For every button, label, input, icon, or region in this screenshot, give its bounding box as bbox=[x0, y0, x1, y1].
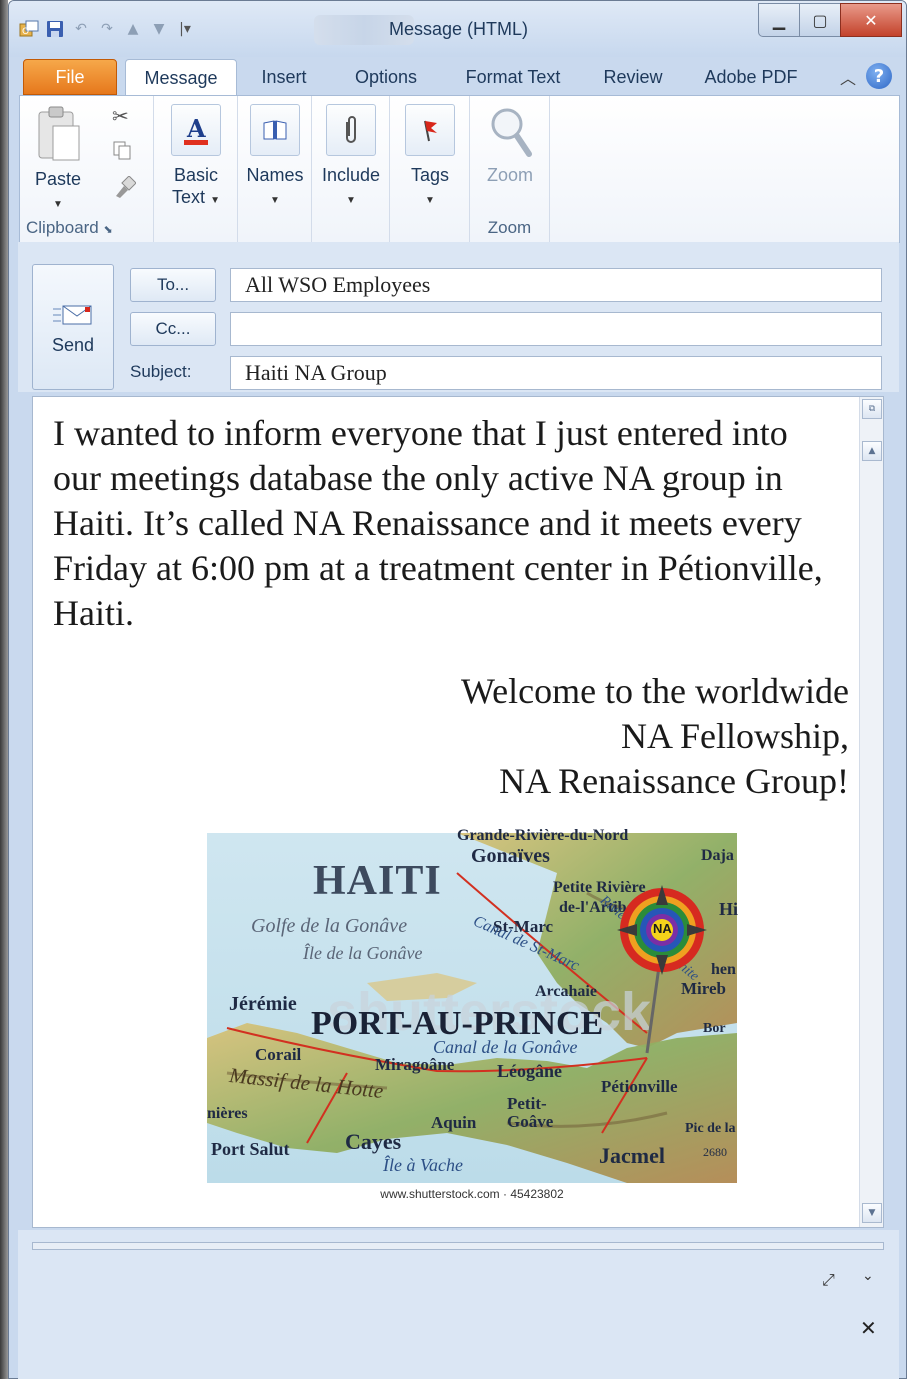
scroll-up-button[interactable]: ▲ bbox=[862, 441, 882, 461]
window-controls: ▁ ▢ ✕ bbox=[758, 3, 902, 37]
map-label-hen: hen bbox=[711, 961, 736, 978]
cc-button[interactable]: Cc... bbox=[130, 312, 216, 346]
map-title-haiti: HAITI bbox=[313, 858, 442, 904]
map-label-hi: Hi bbox=[719, 899, 739, 919]
message-signoff: Welcome to the worldwide NA Fellowship, … bbox=[461, 669, 849, 804]
to-button[interactable]: To... bbox=[130, 268, 216, 302]
map-label-anieres: nières bbox=[207, 1105, 248, 1122]
zoom-group-label: Zoom bbox=[487, 218, 532, 237]
font-color-icon: A bbox=[171, 104, 221, 156]
map-label-gonaives: Gonaïves bbox=[471, 845, 550, 867]
tab-message[interactable]: Message bbox=[125, 59, 237, 97]
message-body[interactable]: I wanted to inform everyone that I just … bbox=[32, 396, 884, 1228]
include-group: Include ▼ bbox=[312, 96, 390, 242]
close-button[interactable]: ✕ bbox=[840, 3, 902, 37]
map-label-daja: Daja bbox=[701, 847, 734, 864]
map-label-ile-gonave: Île de la Gonâve bbox=[303, 943, 423, 963]
expand-people-pane-icon[interactable]: ⤢ bbox=[822, 1270, 835, 1290]
map-label-cayes: Cayes bbox=[345, 1129, 402, 1154]
subject-label: Subject: bbox=[130, 362, 192, 381]
na-logo-pin-icon: NA bbox=[617, 885, 707, 1054]
names-group: Names ▼ bbox=[238, 96, 312, 242]
names-button[interactable]: Names ▼ bbox=[242, 104, 308, 212]
maximize-button[interactable]: ▢ bbox=[799, 3, 841, 37]
map-label-golfe: Golfe de la Gonâve bbox=[251, 915, 408, 937]
na-logo-text: NA bbox=[653, 921, 672, 936]
map-caption: www.shutterstock.com · 45423802 bbox=[380, 1187, 564, 1201]
clipboard-group-label: Clipboard ⬊ bbox=[26, 218, 113, 237]
tab-review[interactable]: Review bbox=[595, 59, 671, 95]
ribbon-tabs: File Message Insert Options Format Text … bbox=[9, 57, 906, 97]
signoff-line-3: NA Renaissance Group! bbox=[499, 761, 849, 801]
collapse-ribbon-icon[interactable]: ︿ bbox=[840, 65, 856, 89]
help-icon[interactable]: ? bbox=[866, 63, 892, 89]
cc-field[interactable] bbox=[230, 312, 882, 346]
map-label-petionville: Pétionville bbox=[601, 1077, 678, 1096]
include-button[interactable]: Include ▼ bbox=[316, 104, 386, 212]
tab-insert[interactable]: Insert bbox=[249, 59, 319, 95]
vertical-scrollbar[interactable]: ⧉ ▲ ▼ bbox=[859, 397, 883, 1227]
basic-text-group: A Basic Text ▼ bbox=[154, 96, 238, 242]
basic-text-button[interactable]: A Basic Text ▼ bbox=[162, 104, 230, 212]
people-pane bbox=[18, 1230, 899, 1379]
map-label-petit-goave: Petit-Goâve bbox=[507, 1094, 554, 1131]
flag-icon bbox=[405, 104, 455, 156]
tags-group: Tags ▼ bbox=[390, 96, 470, 242]
tab-adobe-pdf[interactable]: Adobe PDF bbox=[697, 59, 805, 95]
map-label-leogane: Léogâne bbox=[497, 1061, 562, 1081]
address-book-icon bbox=[250, 104, 300, 156]
tab-options[interactable]: Options bbox=[345, 59, 427, 95]
map-label-pic: Pic de la bbox=[685, 1121, 736, 1136]
dialog-launcher-icon[interactable]: ⬊ bbox=[104, 224, 113, 236]
scroll-restore-icon[interactable]: ⧉ bbox=[862, 399, 882, 419]
signoff-line-2: NA Fellowship, bbox=[620, 716, 849, 756]
cut-icon[interactable]: ✂ bbox=[112, 104, 129, 128]
people-pane-splitter[interactable] bbox=[32, 1242, 884, 1250]
haiti-map-image: Grande-Rivière-du-Nord Gonaïves Daja HAI… bbox=[207, 827, 739, 1203]
chevron-down-icon[interactable]: ⌄ bbox=[862, 1268, 874, 1284]
map-label-aquin: Aquin bbox=[431, 1113, 477, 1132]
map-label-miragoane: Miragoâne bbox=[375, 1055, 455, 1074]
tags-button[interactable]: Tags ▼ bbox=[398, 104, 462, 212]
map-label-port-salut: Port Salut bbox=[211, 1139, 290, 1159]
clipboard-group: Paste ▼ ✂ Clipboard ⬊ bbox=[20, 96, 154, 242]
title-bar: O ↶ ↷ ▲ ▼ |▾ Message (HTML) ▁ ▢ ✕ bbox=[9, 1, 906, 57]
magnifier-icon bbox=[485, 104, 535, 160]
map-label-jacmel: Jacmel bbox=[599, 1143, 665, 1168]
map-label-grande-riviere: Grande-Rivière-du-Nord bbox=[457, 827, 629, 844]
map-label-massif: Massif de la Hotte bbox=[228, 1062, 385, 1104]
map-label-jeremie: Jérémie bbox=[229, 993, 297, 1015]
signoff-line-1: Welcome to the worldwide bbox=[461, 671, 849, 711]
map-label-ile-vache: Île à Vache bbox=[383, 1155, 463, 1175]
window-left-edge bbox=[0, 0, 8, 1379]
minimize-button[interactable]: ▁ bbox=[758, 3, 800, 37]
to-field[interactable]: All WSO Employees bbox=[230, 268, 882, 302]
tab-format-text[interactable]: Format Text bbox=[457, 59, 569, 95]
format-painter-icon[interactable] bbox=[112, 175, 137, 202]
close-people-pane-icon[interactable]: ✕ bbox=[860, 1316, 877, 1340]
message-paragraph: I wanted to inform everyone that I just … bbox=[53, 413, 823, 633]
paperclip-icon bbox=[326, 104, 376, 156]
map-label-elevation: 2680 bbox=[703, 1145, 727, 1159]
scroll-down-button[interactable]: ▼ bbox=[862, 1203, 882, 1223]
copy-icon[interactable] bbox=[112, 140, 132, 164]
svg-text:A: A bbox=[186, 114, 206, 143]
zoom-group: Zoom Zoom bbox=[470, 96, 550, 242]
paste-icon bbox=[33, 104, 83, 164]
tab-file[interactable]: File bbox=[23, 59, 117, 95]
zoom-button[interactable]: Zoom bbox=[480, 104, 540, 186]
subject-field[interactable]: Haiti NA Group bbox=[230, 356, 882, 390]
send-button[interactable]: Send bbox=[32, 264, 114, 390]
map-label-corail: Corail bbox=[255, 1045, 302, 1064]
map-label-canal-gonave: Canal de la Gonâve bbox=[433, 1037, 578, 1057]
send-envelope-icon bbox=[51, 303, 95, 327]
paste-button[interactable]: Paste ▼ bbox=[26, 104, 90, 216]
ribbon: Paste ▼ ✂ Clipboard ⬊ A Basic Text ▼ Nam… bbox=[19, 95, 900, 243]
